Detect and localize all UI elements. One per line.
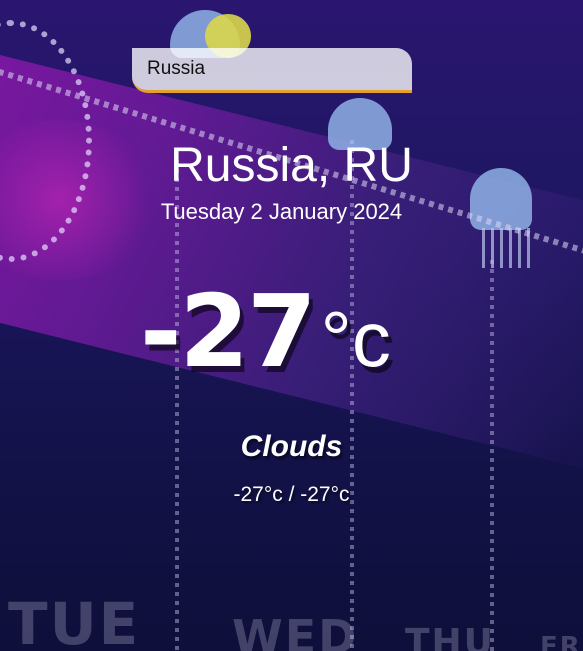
current-temperature: -27°c (140, 282, 391, 382)
temperature-value: -27 (140, 273, 317, 390)
current-date: Tuesday 2 January 2024 (160, 199, 403, 224)
search-input[interactable] (132, 48, 412, 93)
weather-app: Russia, RU Tuesday 2 January 2024 -27°c … (0, 0, 583, 651)
location-title: Russia, RU (170, 139, 413, 192)
temperature-unit: °c (320, 295, 391, 383)
weather-condition: Clouds (240, 430, 343, 463)
min-max-temperature: -27°c / -27°c (233, 483, 350, 506)
